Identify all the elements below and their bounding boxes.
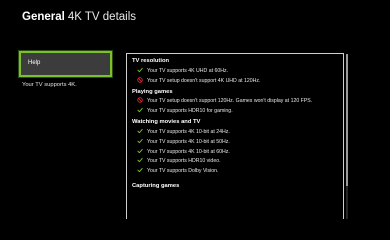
section-heading-watching-movies: Watching movies and TV xyxy=(132,119,201,126)
check-icon xyxy=(137,157,147,165)
detail-row: Your TV supports 4K 10-bit at 50Hz. xyxy=(132,137,343,147)
blocked-icon xyxy=(137,97,147,105)
section-heading-capturing-games: Capturing games xyxy=(132,183,180,190)
detail-row: Your TV setup doesn't support 4K UHD at … xyxy=(132,76,343,86)
detail-text: Your TV setup doesn't support 120Hz. Gam… xyxy=(147,98,313,105)
help-button-label: Help xyxy=(28,60,41,66)
detail-row: Your TV supports 4K 10-bit at 24Hz. xyxy=(132,127,343,137)
detail-text: Your TV supports HDR10 for gaming. xyxy=(147,108,233,115)
help-button[interactable]: Help xyxy=(19,51,112,77)
detail-text: Your TV supports 4K 10-bit at 50Hz. xyxy=(147,138,230,145)
scrollbar-thumb[interactable] xyxy=(346,54,348,186)
check-icon xyxy=(137,67,147,75)
check-icon xyxy=(137,138,147,146)
detail-row: Your TV supports HDR10 video. xyxy=(132,157,343,167)
detail-text: Your TV supports HDR10 video. xyxy=(147,158,221,165)
detail-text: Your TV supports 4K UHD at 60Hz. xyxy=(147,67,229,74)
detail-row: Your TV supports 4K 10-bit at 60Hz. xyxy=(132,147,343,157)
tv-support-status: Your TV supports 4K. xyxy=(22,82,77,88)
page-title: General xyxy=(22,11,65,23)
check-icon xyxy=(137,167,147,175)
section-heading-playing-games: Playing games xyxy=(132,88,173,95)
blocked-icon xyxy=(137,76,147,85)
detail-row: Your TV supports HDR10 for gaming. xyxy=(132,106,343,116)
section-heading-tv-resolution: TV resolution xyxy=(132,58,170,64)
details-scrollbar[interactable] xyxy=(346,54,348,219)
detail-text: Your TV supports Dolby Vision. xyxy=(147,168,219,175)
detail-text: Your TV supports 4K 10-bit at 24Hz. xyxy=(147,129,230,136)
details-panel[interactable]: TV resolution Your TV supports 4K UHD at… xyxy=(126,53,344,219)
detail-row: Your TV supports Dolby Vision. xyxy=(132,166,343,176)
page-subtitle: 4K TV details xyxy=(67,11,137,23)
check-icon xyxy=(137,148,147,156)
detail-row: Your TV setup doesn't support 120Hz. Gam… xyxy=(132,97,343,107)
detail-row: Your TV supports 4K UHD at 60Hz. xyxy=(132,66,343,76)
check-icon xyxy=(137,107,147,115)
detail-text: Your TV setup doesn't support 4K UHD at … xyxy=(147,77,261,84)
check-icon xyxy=(137,128,147,136)
page-header: General 4K TV details xyxy=(22,11,136,23)
detail-text: Your TV supports 4K 10-bit at 60Hz. xyxy=(147,148,230,155)
